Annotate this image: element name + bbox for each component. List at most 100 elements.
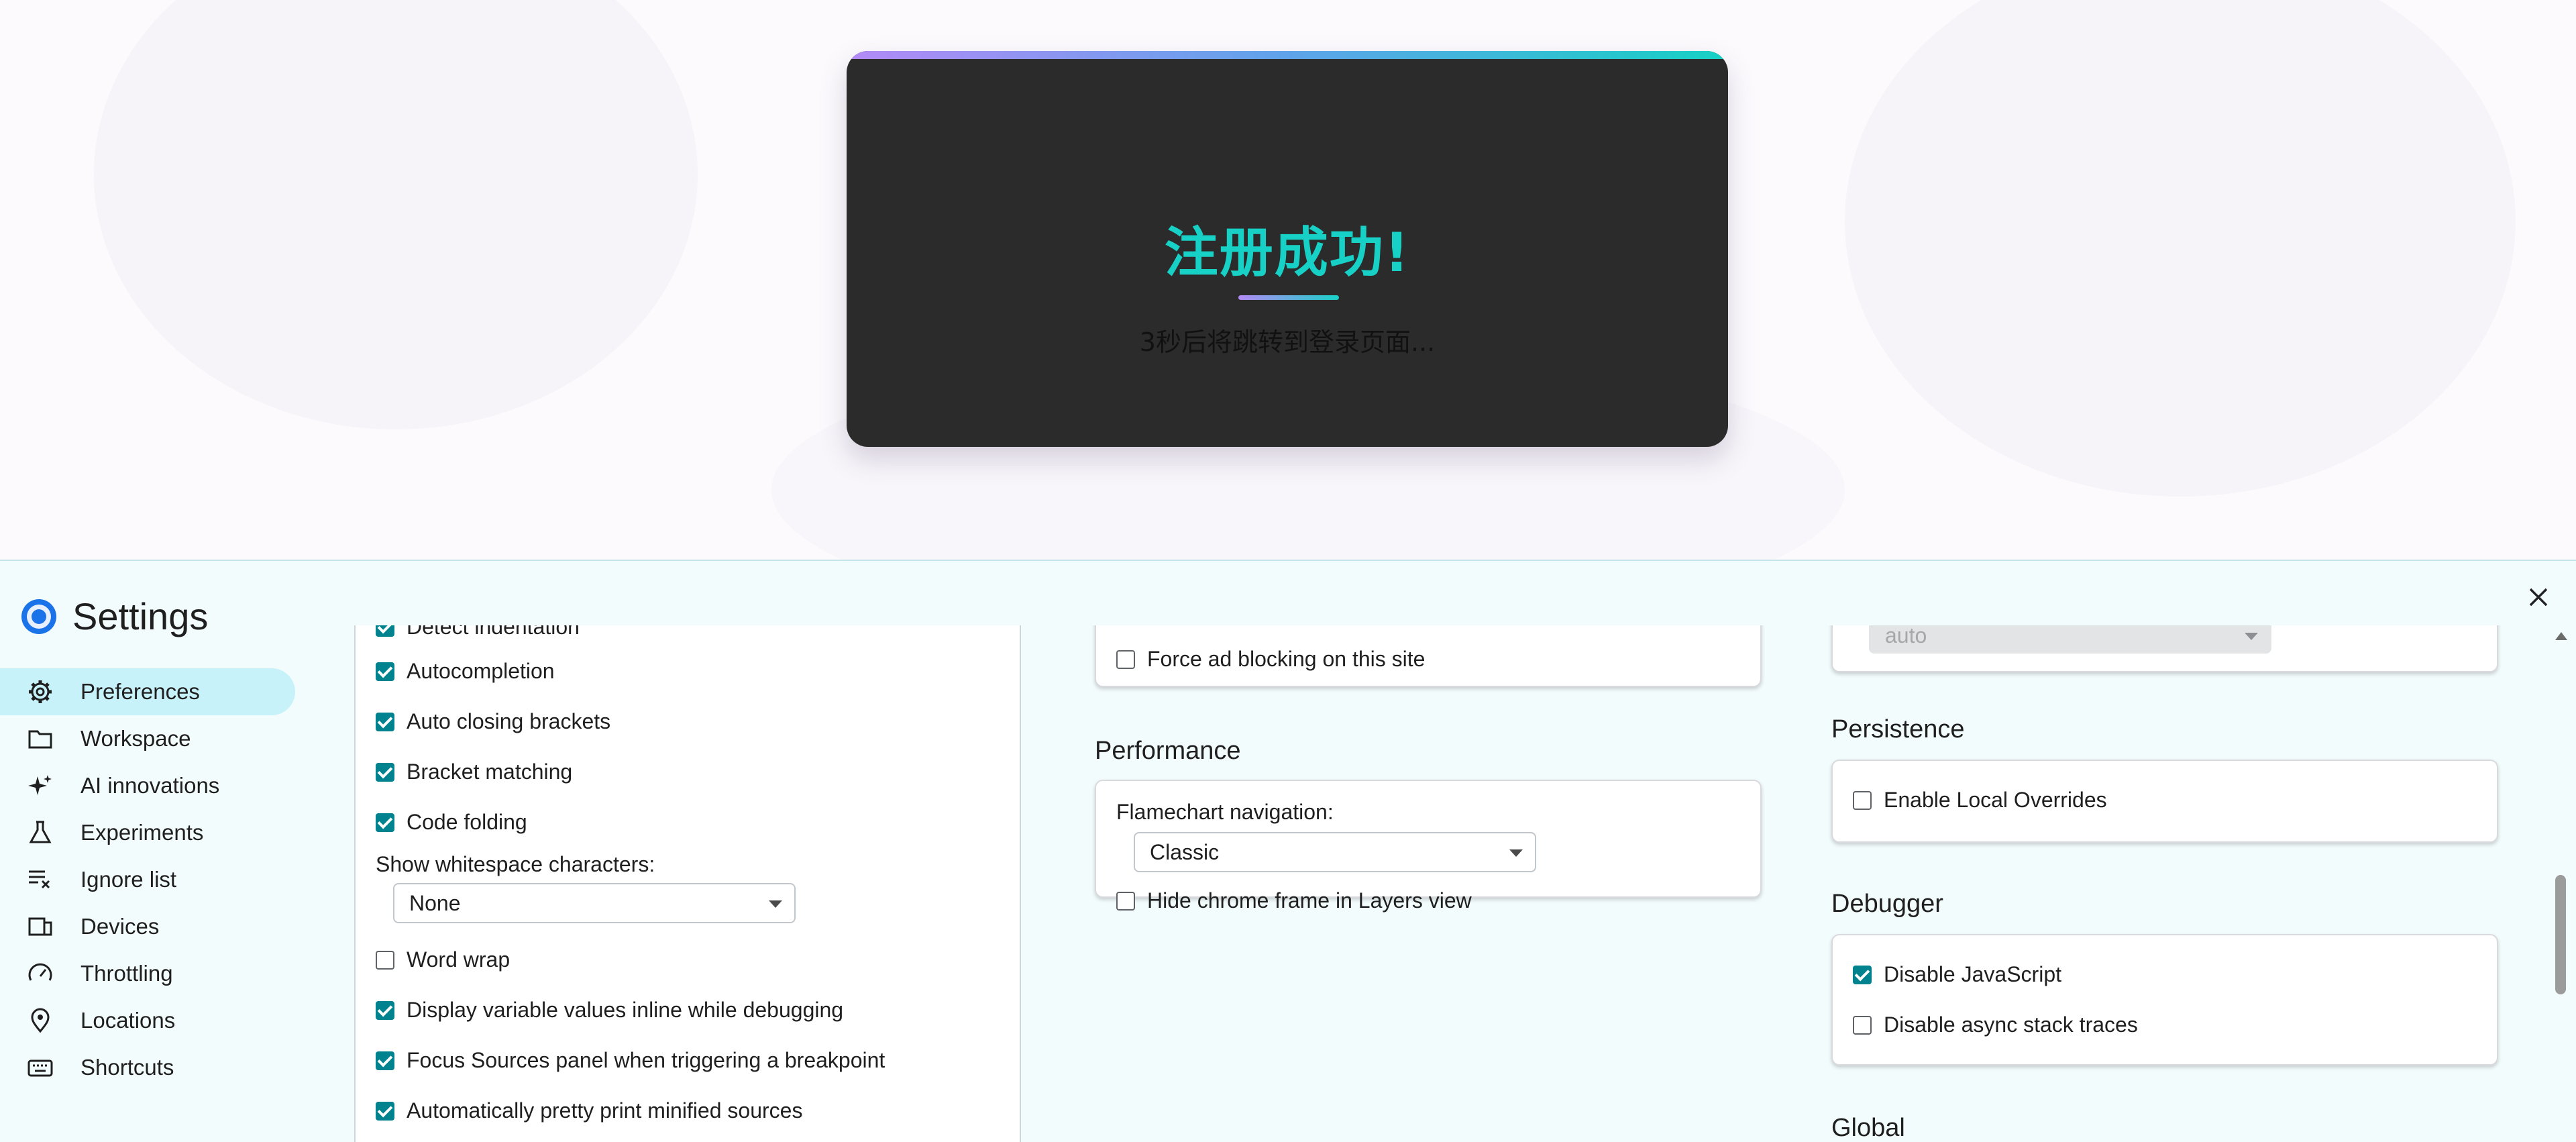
- global-heading: Global: [1831, 1114, 1905, 1142]
- settings-column-2: Force ad blocking on this site Performan…: [1087, 625, 1766, 1142]
- force-ad-blocking-checkbox-row[interactable]: Force ad blocking on this site: [1116, 647, 1425, 672]
- autocompletion-checkbox-row[interactable]: Autocompletion: [376, 659, 555, 684]
- flamechart-label: Flamechart navigation:: [1116, 800, 1334, 824]
- settings-scrollbar[interactable]: [2553, 625, 2569, 1142]
- pretty-print-checkbox[interactable]: [376, 1101, 394, 1121]
- emulation-settings-card: auto: [1831, 625, 2498, 672]
- sidebar-item-label: Workspace: [80, 726, 191, 751]
- sidebar-item-throttling[interactable]: Throttling: [0, 950, 295, 997]
- enable-local-overrides-checkbox-row[interactable]: Enable Local Overrides: [1853, 788, 2107, 813]
- performance-settings-card: Flamechart navigation: Classic Hide chro…: [1095, 780, 1762, 913]
- sidebar-item-label: Shortcuts: [80, 1055, 174, 1080]
- code-folding-checkbox-row[interactable]: Code folding: [376, 810, 527, 835]
- word-wrap-checkbox-row[interactable]: Word wrap: [376, 947, 510, 972]
- flask-icon: [25, 818, 55, 847]
- auto-closing-brackets-checkbox-row[interactable]: Auto closing brackets: [376, 709, 610, 734]
- gauge-icon: [25, 959, 55, 988]
- sidebar-item-label: Locations: [80, 1008, 176, 1033]
- ignore-list-icon: [25, 865, 55, 894]
- detect-indentation-checkbox-row[interactable]: Detect indentation: [376, 625, 580, 639]
- keyboard-icon: [25, 1053, 55, 1082]
- success-title: 注册成功!: [1164, 221, 1411, 284]
- sidebar-item-locations[interactable]: Locations: [0, 997, 295, 1044]
- sidebar-item-preferences[interactable]: Preferences: [0, 668, 295, 715]
- sidebar-item-devices[interactable]: Devices: [0, 903, 295, 950]
- checkbox-label: Detect indentation: [407, 625, 580, 639]
- disable-async-stack-traces-checkbox-row[interactable]: Disable async stack traces: [1853, 1013, 2138, 1037]
- success-card: 注册成功! 3秒后将跳转到登录页面...: [847, 51, 1728, 447]
- redirect-message: 3秒后将跳转到登录页面...: [1139, 327, 1436, 357]
- checkbox-label: Focus Sources panel when triggering a br…: [407, 1048, 885, 1072]
- select-value: Classic: [1150, 839, 1220, 864]
- word-wrap-checkbox[interactable]: [376, 950, 394, 970]
- sidebar-item-label: AI innovations: [80, 773, 220, 798]
- sources-settings-section: Detect indentation Autocompletion Auto c…: [354, 625, 1021, 1142]
- autocompletion-checkbox[interactable]: [376, 662, 394, 681]
- force-ad-blocking-checkbox[interactable]: [1116, 650, 1135, 669]
- checkbox-label: Code folding: [407, 810, 527, 834]
- sidebar-item-label: Throttling: [80, 961, 173, 986]
- title-underline: [1238, 295, 1339, 300]
- checkbox-label: Display variable values inline while deb…: [407, 998, 844, 1022]
- bracket-matching-checkbox-row[interactable]: Bracket matching: [376, 760, 572, 784]
- debugger-heading: Debugger: [1831, 890, 1943, 918]
- disable-javascript-checkbox-row[interactable]: Disable JavaScript: [1853, 962, 2061, 987]
- settings-sidebar: Preferences Workspace AI innovations Exp…: [0, 668, 295, 1091]
- enable-local-overrides-checkbox[interactable]: [1853, 790, 1872, 810]
- checkbox-label: Enable Local Overrides: [1884, 788, 2107, 812]
- disabled-select: auto: [1869, 625, 2271, 654]
- hide-chrome-frame-checkbox[interactable]: [1116, 891, 1135, 911]
- inline-values-checkbox-row[interactable]: Display variable values inline while deb…: [376, 998, 843, 1023]
- web-page: 注册成功! 3秒后将跳转到登录页面...: [0, 0, 2576, 560]
- whitespace-select[interactable]: None: [393, 883, 796, 923]
- checkbox-label: Hide chrome frame in Layers view: [1147, 888, 1472, 913]
- background-shape: [1845, 0, 2516, 497]
- disable-javascript-checkbox[interactable]: [1853, 965, 1872, 984]
- sidebar-item-experiments[interactable]: Experiments: [0, 809, 295, 856]
- sidebar-item-workspace[interactable]: Workspace: [0, 715, 295, 762]
- checkbox-label: Automatically pretty print minified sour…: [407, 1098, 803, 1123]
- pin-icon: [25, 1006, 55, 1035]
- sidebar-item-ignore-list[interactable]: Ignore list: [0, 856, 295, 903]
- checkbox-label: Disable JavaScript: [1884, 962, 2061, 986]
- settings-header: Settings: [20, 594, 208, 638]
- sidebar-item-label: Preferences: [80, 679, 200, 704]
- pretty-print-checkbox-row[interactable]: Automatically pretty print minified sour…: [376, 1098, 802, 1123]
- select-value: auto: [1885, 625, 1927, 647]
- devtools-settings-panel: Settings Preferences Workspace AI innova…: [0, 560, 2576, 1142]
- sidebar-item-label: Devices: [80, 914, 160, 939]
- auto-closing-brackets-checkbox[interactable]: [376, 712, 394, 731]
- code-folding-checkbox[interactable]: [376, 813, 394, 832]
- sidebar-item-shortcuts[interactable]: Shortcuts: [0, 1044, 295, 1091]
- chrome-devtools-logo-icon: [21, 599, 56, 634]
- detect-indentation-checkbox[interactable]: [376, 625, 394, 637]
- close-settings-button[interactable]: [2522, 581, 2555, 613]
- sidebar-item-label: Ignore list: [80, 867, 177, 892]
- checkbox-label: Word wrap: [407, 947, 511, 972]
- bracket-matching-checkbox[interactable]: [376, 762, 394, 782]
- chevron-down-icon: [2245, 633, 2258, 640]
- focus-sources-checkbox-row[interactable]: Focus Sources panel when triggering a br…: [376, 1048, 885, 1073]
- persistence-settings-card: Enable Local Overrides: [1831, 760, 2498, 843]
- checkbox-label: Bracket matching: [407, 760, 573, 784]
- checkbox-label: Disable async stack traces: [1884, 1013, 2138, 1037]
- close-icon: [2529, 588, 2548, 607]
- checkbox-label: Force ad blocking on this site: [1147, 647, 1426, 671]
- whitespace-label: Show whitespace characters:: [376, 852, 655, 876]
- settings-column-3: auto Persistence Enable Local Overrides …: [1825, 625, 2504, 1142]
- disable-async-stack-traces-checkbox[interactable]: [1853, 1015, 1872, 1035]
- select-value: None: [409, 890, 461, 915]
- scroll-up-arrow-icon[interactable]: [2555, 632, 2567, 640]
- hide-chrome-frame-checkbox-row[interactable]: Hide chrome frame in Layers view: [1116, 888, 1472, 913]
- flamechart-navigation-select[interactable]: Classic: [1134, 832, 1536, 872]
- sparkle-icon: [25, 771, 55, 800]
- browser-viewport: 注册成功! 3秒后将跳转到登录页面... Settings Preference…: [0, 0, 2576, 1142]
- inline-values-checkbox[interactable]: [376, 1000, 394, 1020]
- sidebar-item-label: Experiments: [80, 820, 204, 845]
- focus-sources-checkbox[interactable]: [376, 1051, 394, 1070]
- scrollbar-thumb[interactable]: [2555, 875, 2566, 994]
- chevron-down-icon: [1509, 849, 1523, 857]
- background-shape: [94, 0, 698, 429]
- sidebar-item-ai-innovations[interactable]: AI innovations: [0, 762, 295, 809]
- checkbox-label: Auto closing brackets: [407, 709, 611, 733]
